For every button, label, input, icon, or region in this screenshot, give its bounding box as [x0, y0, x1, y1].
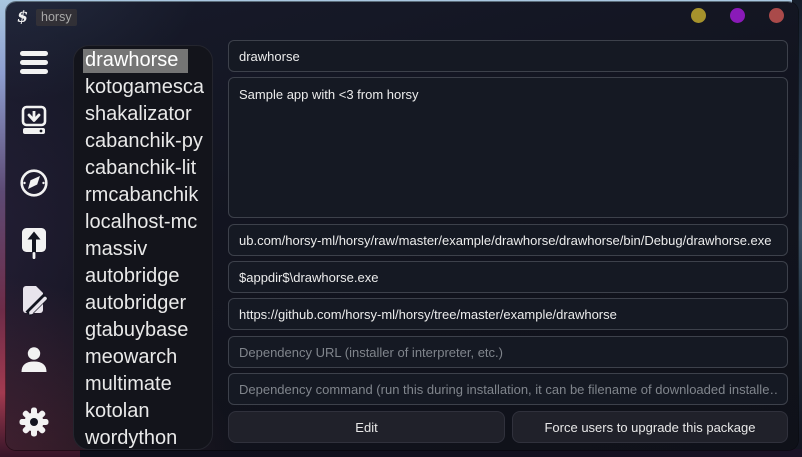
package-list-item-label: cabanchik-lit	[83, 157, 206, 181]
dependency-command-input[interactable]	[228, 373, 788, 405]
package-list-item[interactable]: shakalizator	[74, 101, 212, 128]
dependency-url-input[interactable]	[228, 336, 788, 368]
package-list-item[interactable]: rmcabanchik	[74, 182, 212, 209]
desktop: { "window": { "title": "horsy", "logo_gl…	[0, 0, 802, 457]
package-list-item[interactable]: drawhorse	[74, 47, 212, 74]
install-package-icon	[20, 105, 48, 136]
package-list-item[interactable]: cabanchik-lit	[74, 155, 212, 182]
sidebar-settings-button[interactable]	[18, 406, 50, 438]
sidebar-edit-doc-button[interactable]	[18, 285, 50, 317]
package-repo-url-input[interactable]	[228, 298, 788, 330]
sidebar-discover-button[interactable]	[18, 168, 50, 198]
discover-compass-icon	[19, 168, 49, 198]
package-list-item-label: localhost-mc	[83, 211, 207, 235]
package-list-item-label: cabanchik-py	[83, 130, 212, 154]
edit-document-icon	[19, 285, 49, 317]
form-actions: Edit Force users to upgrade this package	[228, 411, 788, 443]
horsy-logo-icon: $	[17, 7, 28, 26]
package-list-item[interactable]: massiv	[74, 236, 212, 263]
publish-upload-icon	[20, 227, 48, 260]
package-list-item-label: drawhorse	[83, 49, 188, 73]
package-list-item[interactable]: kotogamesca	[74, 74, 212, 101]
package-list-item-label: massiv	[83, 238, 157, 262]
package-list: drawhorse kotogamesca shakalizator cabanchi…	[73, 45, 213, 450]
profile-person-icon	[19, 345, 49, 375]
package-run-command-input[interactable]	[228, 261, 788, 293]
package-name-input[interactable]	[228, 40, 788, 72]
settings-gear-icon	[18, 406, 50, 438]
package-list-item[interactable]: cabanchik-py	[74, 128, 212, 155]
package-list-item-label: wordython	[83, 427, 187, 450]
package-binary-url-input[interactable]	[228, 224, 788, 256]
sidebar-publish-button[interactable]	[18, 227, 50, 260]
edit-button[interactable]: Edit	[228, 411, 505, 443]
window-title: horsy	[36, 9, 77, 26]
package-list-item-label: rmcabanchik	[83, 184, 208, 208]
package-list-item[interactable]: localhost-mc	[74, 209, 212, 236]
package-list-item[interactable]: autobridger	[74, 290, 212, 317]
sidebar-profile-button[interactable]	[18, 345, 50, 375]
package-list-item-label: autobridge	[83, 265, 190, 289]
package-list-item-label: gtabuybase	[83, 319, 198, 343]
package-description-input[interactable]: Sample app with <3 from horsy	[228, 77, 788, 218]
minimize-button[interactable]	[691, 8, 706, 23]
package-list-item[interactable]: meowarch	[74, 344, 212, 371]
horsy-app-window: $ horsy	[6, 2, 798, 450]
package-list-item[interactable]: kotolan	[74, 398, 212, 425]
sidebar-install-button[interactable]	[18, 105, 50, 136]
package-list-item[interactable]: autobridge	[74, 263, 212, 290]
package-list-item-label: meowarch	[83, 346, 187, 370]
maximize-button[interactable]	[730, 8, 745, 23]
package-list-item[interactable]: multimate	[74, 371, 212, 398]
menu-icon	[19, 49, 49, 75]
desktop-edge-bottom	[80, 449, 802, 457]
sidebar-menu-button[interactable]	[18, 49, 50, 75]
package-list-item[interactable]: wordython	[74, 425, 212, 450]
package-list-item-label: multimate	[83, 373, 182, 397]
package-list-item-label: kotogamesca	[83, 76, 212, 100]
package-list-item-label: autobridger	[83, 292, 196, 316]
force-upgrade-button[interactable]: Force users to upgrade this package	[512, 411, 788, 443]
package-list-item-label: kotolan	[83, 400, 160, 424]
package-list-item-label: shakalizator	[83, 103, 202, 127]
package-list-item[interactable]: gtabuybase	[74, 317, 212, 344]
close-button[interactable]	[769, 8, 784, 23]
